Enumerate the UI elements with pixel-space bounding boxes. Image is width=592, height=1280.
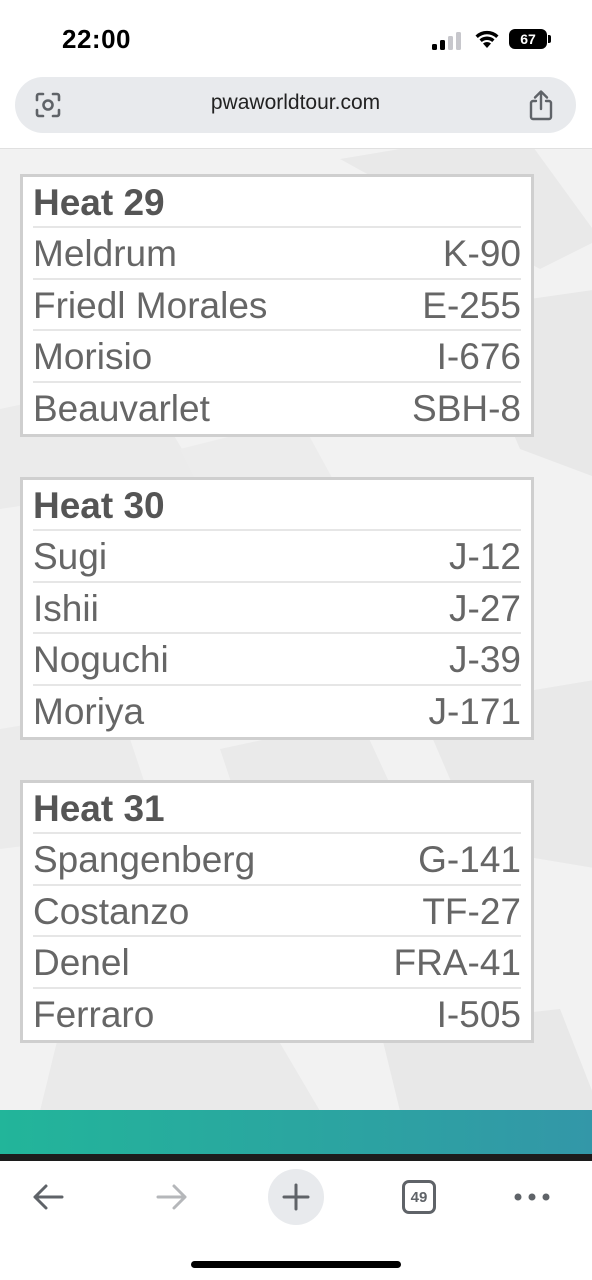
tabs-icon: 49 [402,1180,436,1214]
banner-divider [0,1154,592,1161]
site-banner [0,1110,592,1154]
heat-card: Heat 31 Spangenberg G-141 Costanzo TF-27… [20,780,534,1043]
rider-name: Moriya [33,690,145,732]
rider-name: Morisio [33,336,153,377]
back-icon [33,1184,64,1210]
sail-number: TF-27 [422,890,521,932]
rider-name: Spangenberg [33,839,256,880]
sail-number: J-171 [428,690,521,732]
heat-card: Heat 30 Sugi J-12 Ishii J-27 Noguchi J-3… [20,477,534,740]
sail-number: I-505 [436,993,521,1035]
more-menu-button[interactable] [504,1169,560,1225]
rider-row: Morisio I-676 [33,331,521,383]
rider-row: Meldrum K-90 [33,228,521,280]
rider-name: Ishii [33,587,99,629]
new-tab-button[interactable] [268,1169,324,1225]
rider-row: Beauvarlet SBH-8 [33,383,521,435]
sail-number: J-39 [449,639,521,680]
rider-name: Ferraro [33,993,155,1035]
heat-title: Heat 29 [33,177,521,228]
page-content: Heat 29 Meldrum K-90 Friedl Morales E-25… [0,148,592,1110]
share-icon[interactable] [526,88,556,122]
sail-number: E-255 [422,284,521,326]
battery-tip [548,35,551,43]
forward-icon [156,1184,187,1210]
rider-row: Friedl Morales E-255 [33,280,521,331]
status-bar: 22:00 67 [0,0,592,72]
rider-row: Noguchi J-39 [33,634,521,686]
cellular-signal-icon [432,30,462,50]
back-button[interactable] [20,1169,76,1225]
sail-number: FRA-41 [393,942,521,983]
forward-button[interactable] [144,1169,200,1225]
rider-name: Meldrum [33,233,177,274]
status-time: 22:00 [62,24,131,54]
rider-name: Costanzo [33,890,190,932]
sail-number: I-676 [436,336,521,377]
heat-card: Heat 29 Meldrum K-90 Friedl Morales E-25… [20,174,534,437]
url-bar[interactable]: pwaworldtour.com [15,77,576,133]
battery-icon: 67 [509,29,547,49]
sail-number: J-27 [449,587,521,629]
rider-row: Spangenberg G-141 [33,834,521,886]
rider-name: Denel [33,942,130,983]
rider-name: Beauvarlet [33,387,210,429]
tab-switcher-button[interactable]: 49 [391,1169,447,1225]
sail-number: G-141 [418,839,521,880]
home-indicator[interactable] [191,1261,401,1268]
rider-row: Costanzo TF-27 [33,886,521,937]
rider-row: Denel FRA-41 [33,937,521,989]
heat-title: Heat 31 [33,783,521,834]
rider-name: Friedl Morales [33,284,268,326]
rider-name: Sugi [33,536,108,577]
rider-row: Moriya J-171 [33,686,521,738]
wifi-icon [474,28,500,50]
sail-number: J-12 [449,536,521,577]
plus-icon [282,1183,310,1211]
heat-title: Heat 30 [33,480,521,531]
sail-number: SBH-8 [412,387,521,429]
more-icon [514,1193,550,1201]
rider-name: Noguchi [33,639,169,680]
sail-number: K-90 [442,233,521,274]
rider-row: Ferraro I-505 [33,989,521,1041]
url-text[interactable]: pwaworldtour.com [15,91,576,115]
rider-row: Sugi J-12 [33,531,521,583]
rider-row: Ishii J-27 [33,583,521,634]
